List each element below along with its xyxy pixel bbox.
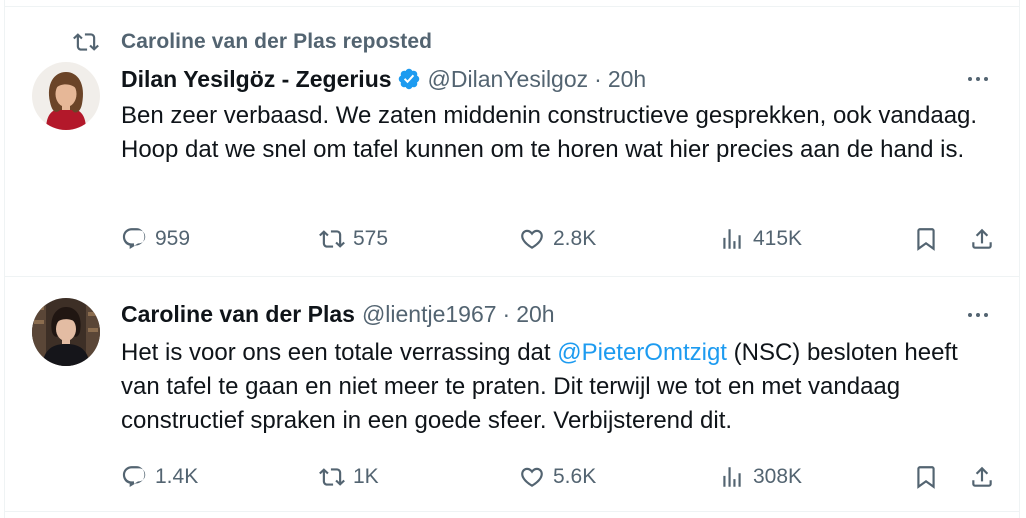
bookmark-button[interactable]: [913, 221, 939, 257]
avatar-image: [32, 298, 100, 366]
reply-button[interactable]: 1.4K: [121, 459, 198, 495]
repost-count: 575: [353, 227, 389, 250]
avatar[interactable]: [32, 298, 100, 366]
repost-count: 1K: [353, 465, 379, 488]
tweet-text-part: Het is voor ons een totale verrassing da…: [121, 339, 558, 366]
repost-button[interactable]: 575: [319, 221, 388, 257]
tweet-actions: 959 575 2.8K 415K: [121, 221, 1001, 257]
handle[interactable]: @DilanYesilgoz: [428, 66, 589, 93]
tweet-text: Het is voor ons een totale verrassing da…: [121, 336, 1001, 438]
repost-icon: [73, 33, 99, 51]
tweet-header: Dilan Yesilgöz - Zegerius @DilanYesilgoz…: [121, 64, 646, 94]
view-count: 308K: [753, 465, 803, 488]
views-icon: [723, 467, 741, 487]
avatar-image: [32, 62, 100, 130]
social-context[interactable]: Caroline van der Plas reposted: [73, 29, 432, 55]
timeline-border-right: [1019, 0, 1020, 518]
separator-dot: ·: [594, 65, 602, 92]
social-context-text: Caroline van der Plas reposted: [121, 30, 433, 53]
reply-button[interactable]: 959: [121, 221, 190, 257]
like-count: 2.8K: [553, 227, 597, 250]
timestamp[interactable]: 20h: [608, 66, 646, 93]
display-name[interactable]: Caroline van der Plas: [121, 301, 355, 328]
timeline-divider-bottom: [5, 511, 1019, 512]
reply-count: 959: [155, 227, 191, 250]
repost-button[interactable]: 1K: [319, 459, 379, 495]
handle[interactable]: @lientje1967: [362, 301, 497, 328]
more-options-button[interactable]: [963, 64, 993, 94]
reply-icon: [122, 228, 146, 250]
view-count: 415K: [753, 227, 803, 250]
reply-icon: [122, 466, 146, 488]
views-button[interactable]: 308K: [719, 459, 802, 495]
like-button[interactable]: 5.6K: [519, 459, 596, 495]
bookmark-icon: [917, 466, 935, 489]
like-count: 5.6K: [553, 465, 597, 488]
mention-link[interactable]: @PieterOmtzigt: [557, 339, 727, 366]
tweet-caroline[interactable]: Caroline van der Plas @lientje1967 · 20h…: [5, 277, 1019, 517]
avatar[interactable]: [32, 62, 100, 130]
heart-icon: [521, 467, 543, 487]
display-name[interactable]: Dilan Yesilgöz - Zegerius: [121, 66, 392, 93]
heart-icon: [521, 229, 543, 249]
share-icon: [972, 466, 992, 487]
tweet-header: Caroline van der Plas @lientje1967 · 20h: [121, 298, 555, 330]
share-icon: [972, 228, 992, 249]
timestamp[interactable]: 20h: [516, 301, 554, 328]
like-button[interactable]: 2.8K: [519, 221, 596, 257]
more-options-button[interactable]: [963, 300, 993, 330]
repost-icon: [319, 468, 345, 486]
views-icon: [723, 229, 741, 249]
share-button[interactable]: [969, 459, 995, 495]
bookmark-button[interactable]: [913, 459, 939, 495]
reply-count: 1.4K: [155, 465, 199, 488]
repost-icon: [319, 230, 345, 248]
verified-badge-icon[interactable]: [397, 67, 421, 91]
more-icon: [968, 77, 972, 81]
bookmark-icon: [917, 228, 935, 251]
views-button[interactable]: 415K: [719, 221, 802, 257]
more-icon: [968, 313, 972, 317]
tweet-actions: 1.4K 1K 5.6K 308K: [121, 459, 1001, 495]
tweet-dilan[interactable]: Caroline van der Plas reposted Dilan Yes…: [5, 7, 1019, 276]
separator-dot: ·: [502, 300, 511, 327]
tweet-text: Ben zeer verbaasd. We zaten middenin con…: [121, 102, 978, 163]
share-button[interactable]: [969, 221, 995, 257]
